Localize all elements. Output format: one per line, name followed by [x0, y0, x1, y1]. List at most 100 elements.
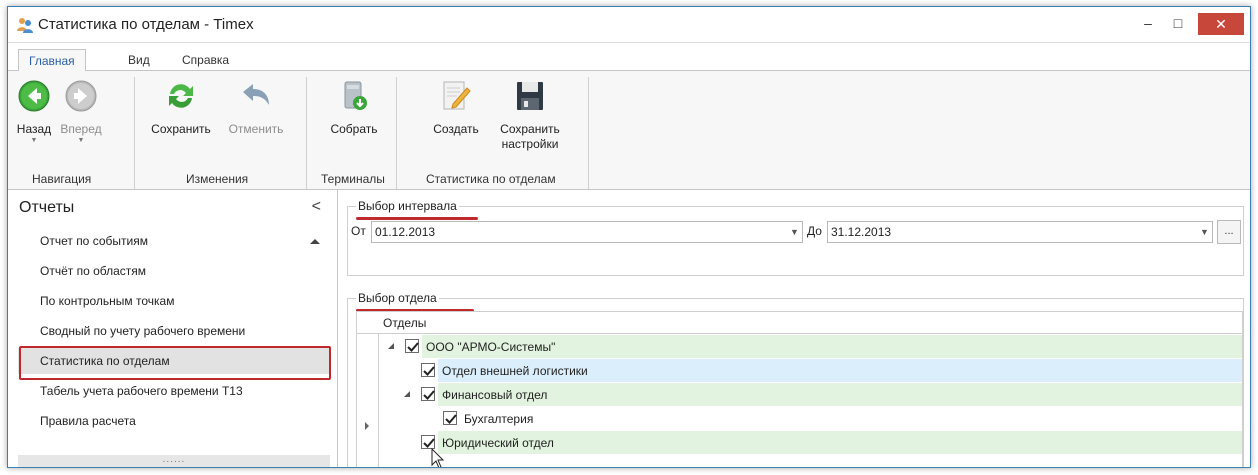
group-label-navigation: Навигация: [32, 172, 92, 186]
floppy-disk-icon: [517, 82, 543, 110]
report-item-timesheet-t13[interactable]: Табель учета рабочего времени Т13: [18, 378, 330, 404]
back-button[interactable]: Назад ▼: [12, 79, 56, 144]
window-title: Статистика по отделам - Timex: [38, 16, 254, 33]
checkbox[interactable]: [421, 363, 435, 377]
forward-button[interactable]: Вперед ▼: [58, 79, 104, 144]
checkbox[interactable]: [405, 339, 419, 353]
create-label: Создать: [433, 122, 479, 136]
cancel-button[interactable]: Отменить: [222, 79, 290, 137]
group-separator: [588, 77, 589, 189]
collapse-panel-button[interactable]: <: [312, 198, 321, 216]
group-separator: [134, 77, 135, 189]
report-item-calc-rules[interactable]: Правила расчета: [18, 408, 330, 434]
back-arrow-icon: [18, 80, 50, 112]
collect-button[interactable]: Собрать: [326, 79, 382, 137]
title-bar: Статистика по отделам - Timex – □ ✕: [8, 7, 1250, 43]
refresh-icon: [169, 84, 193, 108]
chevron-down-icon[interactable]: ▼: [786, 222, 802, 242]
back-label: Назад: [16, 122, 52, 136]
checkbox[interactable]: [421, 435, 435, 449]
group-label-changes: Изменения: [186, 172, 249, 186]
main-content: Выбор интервала От 01.12.2013 ▼ До 31.12…: [339, 190, 1250, 467]
chevron-down-icon[interactable]: ▼: [1196, 222, 1212, 242]
from-date-value: 01.12.2013: [375, 225, 436, 239]
column-header-departments[interactable]: Отделы: [383, 316, 426, 330]
panel-splitter[interactable]: ......: [18, 455, 330, 467]
departments-tree-grid: Отделы ООО "АРМО-Системы" Отдел внешней …: [356, 311, 1243, 467]
back-dropdown-icon[interactable]: ▼: [12, 137, 56, 144]
report-item-label: Отчёт по областям: [40, 264, 147, 278]
expand-collapse-icon[interactable]: [404, 391, 410, 397]
close-button[interactable]: ✕: [1198, 13, 1244, 35]
save-label: Сохранить: [151, 122, 211, 136]
users-icon: [17, 18, 33, 33]
to-date-value: 31.12.2013: [831, 225, 892, 239]
report-item-label: Табель учета рабочего времени Т13: [40, 384, 243, 398]
tab-main[interactable]: Главная: [18, 49, 86, 72]
report-item-events[interactable]: Отчет по событиям: [18, 228, 330, 254]
from-label: От: [351, 224, 366, 238]
checkmark-icon: [445, 414, 457, 424]
to-label: До: [807, 224, 822, 238]
forward-dropdown-icon[interactable]: ▼: [58, 137, 104, 144]
tree-row-label: Бухгалтерия: [460, 407, 1242, 431]
group-separator: [396, 77, 397, 189]
tab-view[interactable]: Вид: [118, 49, 160, 71]
checkbox[interactable]: [443, 411, 457, 425]
interval-group: Выбор интервала От 01.12.2013 ▼ До 31.12…: [347, 199, 1244, 276]
expand-collapse-icon[interactable]: [388, 343, 394, 349]
undo-icon: [243, 84, 269, 105]
tree-row-label: Финансовый отдел: [438, 383, 1242, 407]
tree-row[interactable]: Отдел внешней логистики: [380, 359, 1242, 383]
report-item-areas[interactable]: Отчёт по областям: [18, 258, 330, 284]
forward-label: Вперед: [60, 122, 102, 136]
cancel-label: Отменить: [228, 122, 284, 136]
maximize-button[interactable]: □: [1164, 13, 1192, 35]
report-item-label: Сводный по учету рабочего времени: [40, 324, 246, 338]
reports-panel: Отчеты < Отчет по событиям Отчёт по обла…: [8, 190, 338, 467]
ribbon-tabs: Главная Вид Справка: [8, 43, 1250, 72]
save-button[interactable]: Сохранить: [146, 79, 216, 137]
interval-underline: [356, 217, 478, 220]
save-settings-label: Сохранить настройки: [500, 122, 560, 151]
app-window: Статистика по отделам - Timex – □ ✕ Глав…: [7, 6, 1251, 468]
create-document-icon: [443, 81, 471, 110]
checkbox[interactable]: [421, 387, 435, 401]
departments-group: Выбор отдела Отделы ООО "АРМО-Системы" О…: [347, 291, 1244, 467]
reports-panel-title: Отчеты: [19, 199, 75, 216]
checkmark-icon: [407, 342, 419, 352]
selection-highlight-frame: [19, 346, 331, 380]
group-label-dept-stats: Статистика по отделам: [426, 172, 556, 186]
collect-label: Собрать: [330, 122, 378, 136]
to-date-input[interactable]: 31.12.2013 ▼: [827, 221, 1213, 243]
scroll-up-icon[interactable]: [310, 239, 320, 244]
current-row-indicator-icon: [365, 422, 369, 430]
tree-row[interactable]: Юридический отдел: [380, 431, 1242, 455]
group-separator: [306, 77, 307, 189]
report-item-label: Правила расчета: [40, 414, 136, 428]
tree-row[interactable]: ООО "АРМО-Системы": [380, 335, 1242, 359]
minimize-button[interactable]: –: [1134, 13, 1162, 35]
tree-row[interactable]: Бухгалтерия: [380, 407, 1242, 431]
interval-legend: Выбор интервала: [356, 199, 459, 213]
report-item-label: По контрольным точкам: [40, 294, 175, 308]
departments-legend: Выбор отдела: [356, 291, 439, 305]
collect-database-icon: [344, 81, 367, 110]
report-item-worktime-summary[interactable]: Сводный по учету рабочего времени: [18, 318, 330, 344]
interval-more-button[interactable]: ...: [1217, 220, 1241, 244]
checkmark-icon: [423, 390, 435, 400]
from-date-input[interactable]: 01.12.2013 ▼: [371, 221, 803, 243]
tree-row-label: ООО "АРМО-Системы": [422, 335, 1242, 359]
save-settings-button[interactable]: Сохранить настройки: [496, 79, 564, 152]
tree-row-label: Отдел внешней логистики: [438, 359, 1242, 383]
tree-row[interactable]: Финансовый отдел: [380, 383, 1242, 407]
tab-help[interactable]: Справка: [172, 49, 239, 71]
report-item-checkpoints[interactable]: По контрольным точкам: [18, 288, 330, 314]
mouse-cursor-icon: [431, 448, 445, 467]
row-indicator-column: [357, 312, 379, 467]
ribbon: Назад ▼ Вперед ▼ Сохранить Отменить Собр…: [8, 71, 1250, 190]
group-label-terminals: Терминалы: [321, 172, 385, 186]
checkmark-icon: [423, 366, 435, 376]
report-item-label: Отчет по событиям: [40, 234, 148, 248]
create-button[interactable]: Создать: [428, 79, 484, 137]
